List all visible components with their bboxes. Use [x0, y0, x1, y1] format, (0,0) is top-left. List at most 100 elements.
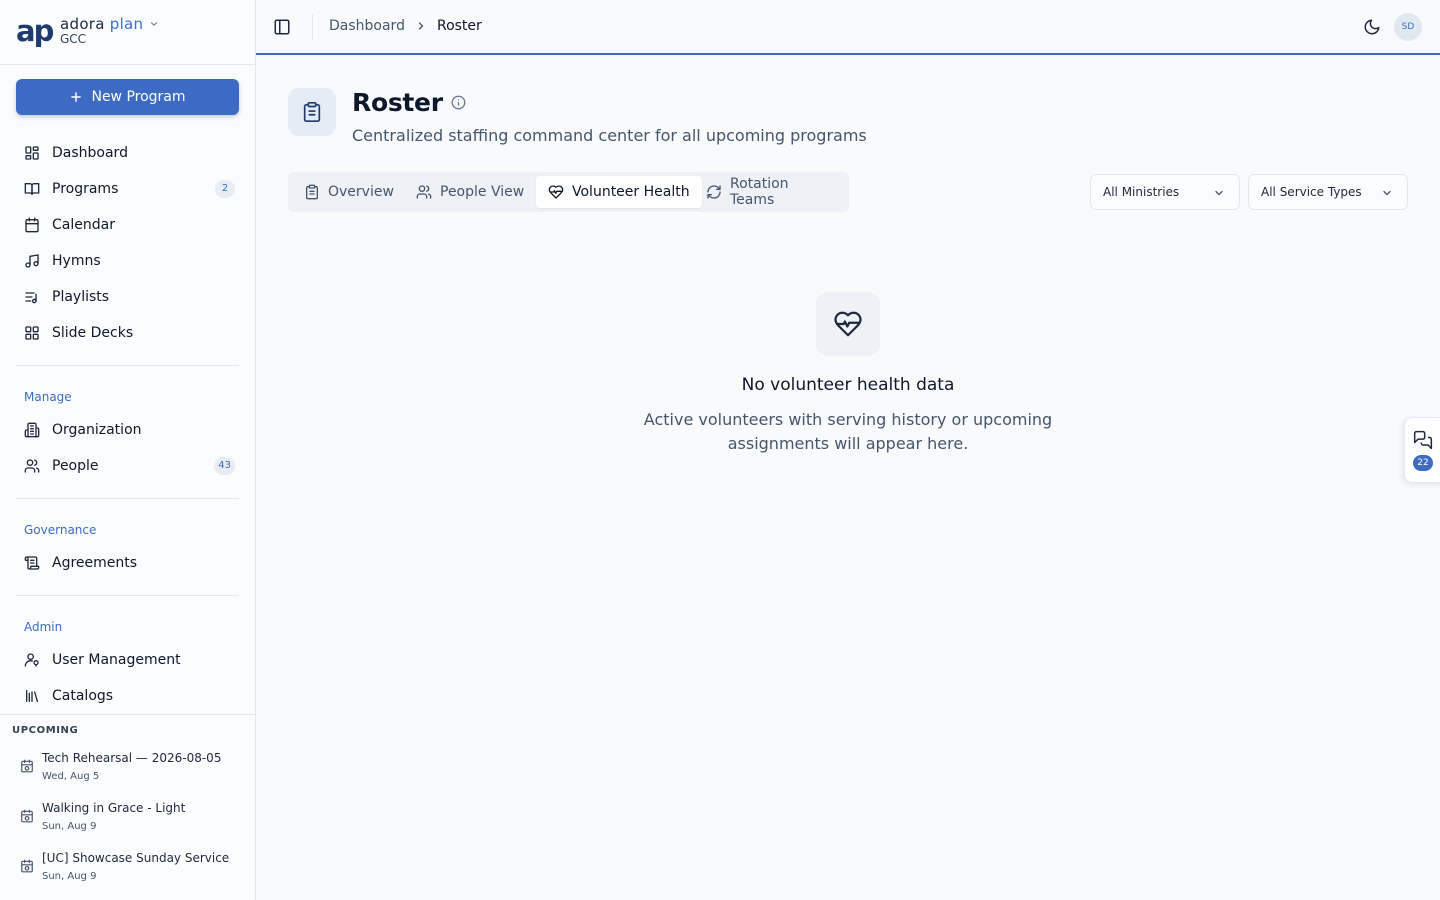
dark-mode-toggle-icon[interactable] — [1363, 18, 1381, 36]
sidebar-item-hymns[interactable]: Hymns — [16, 244, 239, 278]
slides-icon — [24, 325, 40, 341]
tab-label: People View — [440, 184, 525, 200]
brand-name-part2: plan — [109, 15, 144, 33]
divider — [16, 595, 239, 596]
tab-overview[interactable]: Overview — [292, 176, 406, 208]
upcoming-item[interactable]: [UC] Showcase Sunday Service Sun, Aug 9 — [12, 851, 248, 895]
top-bar: Dashboard Roster SD — [256, 0, 1440, 55]
upcoming-item-date: Sun, Aug 9 — [42, 821, 97, 832]
service-type-select[interactable]: All Service Types — [1248, 174, 1408, 210]
breadcrumb-link-dashboard[interactable]: Dashboard — [329, 18, 405, 34]
page-title: Roster — [352, 88, 466, 117]
tab-rotation-teams[interactable]: Rotation Teams — [694, 176, 849, 208]
chevron-down-icon — [149, 19, 159, 29]
divider — [16, 498, 239, 499]
chat-button[interactable]: 22 — [1404, 417, 1440, 483]
sidebar-item-dashboard[interactable]: Dashboard — [16, 136, 239, 170]
sidebar-toggle-icon[interactable] — [273, 18, 291, 36]
scroll-icon — [24, 555, 40, 571]
building-icon — [24, 422, 40, 438]
brand-logo: ap — [16, 14, 54, 48]
info-icon[interactable] — [451, 95, 466, 110]
new-program-label: New Program — [91, 89, 186, 105]
upcoming-item-title: Tech Rehearsal — 2026-08-05 — [42, 751, 222, 765]
upcoming-item-date: Sun, Aug 9 — [42, 871, 97, 882]
sidebar-item-label: User Management — [52, 652, 181, 668]
upcoming-section: UPCOMING Tech Rehearsal — 2026-08-05 Wed… — [0, 714, 255, 900]
sidebar-item-label: Calendar — [52, 217, 115, 233]
sidebar-item-user-management[interactable]: User Management — [16, 643, 239, 677]
sidebar-item-slide-decks[interactable]: Slide Decks — [16, 316, 239, 350]
sidebar-item-programs[interactable]: Programs 2 — [16, 172, 239, 206]
sidebar: ap adora plan GCC New Program Dashboard … — [0, 0, 256, 900]
chevron-right-icon — [415, 20, 427, 32]
sidebar-item-label: Agreements — [52, 555, 138, 571]
brand-name-part1: adora — [60, 15, 105, 33]
chevron-down-icon — [1381, 187, 1393, 199]
music-icon — [24, 253, 40, 269]
sidebar-item-playlists[interactable]: Playlists — [16, 280, 239, 314]
sidebar-item-label: People — [52, 458, 99, 474]
upcoming-item-title: [UC] Showcase Sunday Service — [42, 851, 230, 865]
sidebar-item-label: Programs — [52, 181, 119, 197]
count-badge: 2 — [215, 180, 235, 198]
clipboard-icon — [288, 88, 336, 136]
ministry-select-value: All Ministries — [1103, 185, 1180, 199]
sidebar-item-label: Slide Decks — [52, 325, 134, 341]
breadcrumb: Dashboard Roster — [329, 18, 482, 34]
library-icon — [24, 688, 40, 704]
upcoming-item-title: Walking in Grace - Light — [42, 801, 186, 815]
breadcrumb-current: Roster — [436, 18, 482, 34]
brand-name[interactable]: adora plan — [60, 15, 159, 33]
upcoming-item-date: Wed, Aug 5 — [42, 771, 100, 782]
divider — [16, 365, 239, 366]
empty-state-description: Active volunteers with serving history o… — [643, 410, 1053, 453]
calendar-clock-icon — [20, 859, 34, 873]
sidebar-item-agreements[interactable]: Agreements — [16, 546, 239, 580]
divider — [312, 14, 313, 40]
section-label-governance: Governance — [24, 523, 97, 537]
avatar[interactable]: SD — [1394, 13, 1422, 41]
upcoming-item[interactable]: Walking in Grace - Light Sun, Aug 9 — [12, 801, 248, 845]
section-label-manage: Manage — [24, 390, 72, 404]
sidebar-item-organization[interactable]: Organization — [16, 413, 239, 447]
tab-volunteer-health[interactable]: Volunteer Health — [536, 176, 702, 208]
plus-icon — [69, 90, 83, 104]
user-key-icon — [24, 652, 40, 668]
clipboard-icon — [304, 184, 320, 200]
sidebar-item-catalogs[interactable]: Catalogs — [16, 679, 239, 713]
new-program-button[interactable]: New Program — [16, 79, 239, 115]
upcoming-item[interactable]: Tech Rehearsal — 2026-08-05 Wed, Aug 5 — [12, 751, 248, 795]
refresh-icon — [706, 184, 722, 200]
playlist-icon — [24, 289, 40, 305]
tab-label: Rotation Teams — [730, 176, 789, 208]
brand-header[interactable]: ap adora plan GCC — [0, 0, 255, 65]
tab-people-view[interactable]: People View — [404, 176, 536, 208]
empty-state-title: No volunteer health data — [741, 375, 955, 395]
sidebar-item-label: Dashboard — [52, 145, 128, 161]
sidebar-item-label: Catalogs — [52, 688, 114, 704]
upcoming-title: UPCOMING — [12, 725, 79, 736]
chat-count-badge: 22 — [1413, 455, 1433, 471]
section-label-admin: Admin — [24, 620, 63, 634]
view-tabs: Overview People View Volunteer Health Ro… — [288, 172, 849, 212]
chat-icon — [1413, 430, 1433, 450]
heart-pulse-icon — [548, 184, 564, 200]
count-badge: 43 — [214, 457, 235, 475]
page-title-text: Roster — [352, 88, 443, 117]
sidebar-item-people[interactable]: People 43 — [16, 449, 239, 483]
book-icon — [24, 181, 40, 197]
heart-pulse-icon — [816, 292, 880, 356]
dashboard-icon — [24, 145, 40, 161]
tab-label: Overview — [328, 184, 394, 200]
tab-label: Volunteer Health — [572, 184, 690, 200]
page-subtitle: Centralized staffing command center for … — [352, 126, 867, 145]
service-type-select-value: All Service Types — [1261, 185, 1362, 199]
calendar-clock-icon — [20, 809, 34, 823]
sidebar-item-label: Playlists — [52, 289, 110, 305]
org-name: GCC — [60, 32, 87, 46]
calendar-icon — [24, 217, 40, 233]
ministry-select[interactable]: All Ministries — [1090, 174, 1240, 210]
chevron-down-icon — [1213, 187, 1225, 199]
sidebar-item-calendar[interactable]: Calendar — [16, 208, 239, 242]
